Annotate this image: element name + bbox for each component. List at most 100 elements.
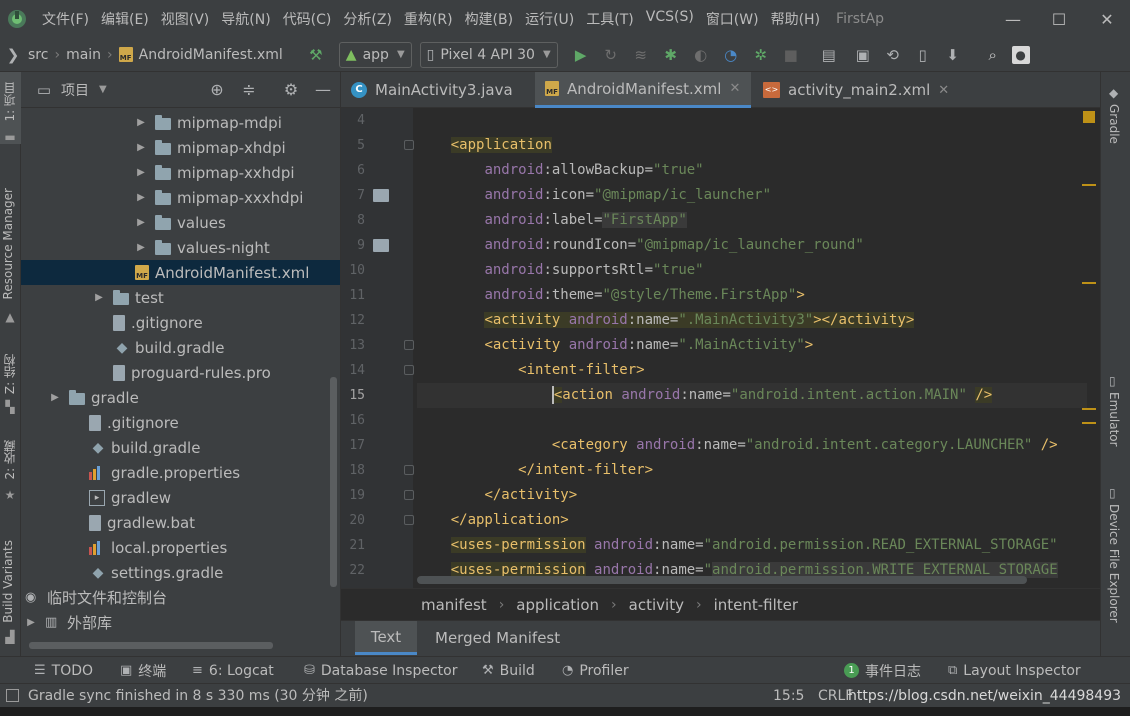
- build-button[interactable]: ⚒ Build: [482, 657, 535, 684]
- tree-item[interactable]: ▶ gradle: [21, 385, 340, 410]
- tree-item[interactable]: ▶ values: [21, 210, 340, 235]
- project-horizontal-scrollbar[interactable]: [29, 642, 273, 649]
- tree-item[interactable]: MF AndroidManifest.xml: [21, 260, 340, 285]
- stripe-build-variants[interactable]: Build Variants: [1, 540, 15, 623]
- tab-mainactivity3[interactable]: C MainActivity3.java: [341, 72, 533, 108]
- fold-marker-icon[interactable]: [404, 340, 414, 350]
- tree-item[interactable]: ◉ 临时文件和控制台: [21, 585, 340, 610]
- tree-item[interactable]: local.properties: [21, 535, 340, 560]
- stripe-emulator[interactable]: Emulator: [1107, 392, 1121, 447]
- tree-item[interactable]: ▶ mipmap-xhdpi: [21, 135, 340, 160]
- tree-item[interactable]: ◆ build.gradle: [21, 335, 340, 360]
- attach-process-icon[interactable]: ✲: [750, 44, 772, 66]
- database-inspector-button[interactable]: ⛁ Database Inspector: [304, 657, 457, 684]
- tree-item[interactable]: ▶ mipmap-mdpi: [21, 110, 340, 135]
- warning-stripe-mark[interactable]: [1082, 408, 1096, 410]
- expand-arrow-icon[interactable]: ▶: [135, 242, 147, 254]
- stripe-gradle[interactable]: Gradle: [1107, 104, 1121, 144]
- code-line[interactable]: android:theme="@style/Theme.FirstApp">: [417, 283, 1087, 308]
- device-manager-icon[interactable]: ▯: [912, 44, 934, 66]
- code-line[interactable]: android:roundIcon="@mipmap/ic_launcher_r…: [417, 233, 1087, 258]
- stripe-favorites[interactable]: 2: 收藏: [1, 440, 18, 480]
- expand-arrow-icon[interactable]: ▶: [135, 192, 147, 204]
- warning-stripe-mark[interactable]: [1082, 282, 1096, 284]
- menu-item[interactable]: 导航(N): [215, 9, 276, 29]
- gear-icon[interactable]: ⚙: [281, 80, 301, 100]
- device-select[interactable]: ▯ Pixel 4 API 30 ▼: [419, 41, 558, 68]
- attach-debugger-icon[interactable]: ◔: [720, 44, 742, 66]
- run-config-select[interactable]: ▲ app ▼: [338, 41, 412, 68]
- tree-item[interactable]: ◆ build.gradle: [21, 435, 340, 460]
- menu-item[interactable]: 编辑(E): [95, 9, 155, 29]
- code-line[interactable]: </intent-filter>: [417, 458, 1087, 483]
- tree-item[interactable]: .gitignore: [21, 410, 340, 435]
- layout-inspector-button[interactable]: ⧉ Layout Inspector: [948, 657, 1081, 684]
- stripe-device-file-explorer[interactable]: Device File Explorer: [1107, 504, 1121, 623]
- project-structure-icon[interactable]: ▤: [818, 44, 840, 66]
- stop-icon[interactable]: ■: [780, 44, 802, 66]
- tree-item[interactable]: ▶ mipmap-xxxhdpi: [21, 185, 340, 210]
- tree-item[interactable]: gradlew.bat: [21, 510, 340, 535]
- code-line[interactable]: <category android:name="android.intent.c…: [417, 433, 1087, 458]
- locate-icon[interactable]: ⊕: [207, 80, 227, 100]
- code-line[interactable]: android:icon="@mipmap/ic_launcher": [417, 183, 1087, 208]
- menu-item[interactable]: 构建(B): [459, 9, 520, 29]
- warning-stripe-mark[interactable]: [1082, 184, 1096, 186]
- stripe-structure[interactable]: Z: 结构: [1, 354, 18, 394]
- fold-marker-icon[interactable]: [404, 365, 414, 375]
- stripe-resource-manager[interactable]: Resource Manager: [1, 188, 15, 299]
- logcat-button[interactable]: ≡ 6: Logcat: [192, 657, 274, 684]
- code-line[interactable]: </activity>: [417, 483, 1087, 508]
- status-message[interactable]: Gradle sync finished in 8 s 330 ms (30 分…: [28, 684, 368, 708]
- chevron-down-icon[interactable]: ▼: [99, 84, 107, 95]
- code-line[interactable]: <uses-permission android:name="android.p…: [417, 533, 1087, 558]
- maximize-icon[interactable]: ☐: [1036, 0, 1082, 38]
- breadcrumb-intent-filter[interactable]: intent-filter: [714, 596, 798, 614]
- code-line[interactable]: </application>: [417, 508, 1087, 533]
- tree-item[interactable]: ▶ values-night: [21, 235, 340, 260]
- warning-indicator-icon[interactable]: [1083, 111, 1095, 123]
- image-preview-icon[interactable]: [373, 189, 389, 202]
- menu-item[interactable]: 帮助(H): [765, 9, 826, 29]
- menu-item[interactable]: 运行(U): [519, 9, 580, 29]
- expand-arrow-icon[interactable]: ▶: [135, 117, 147, 129]
- code-line[interactable]: <intent-filter>: [417, 358, 1087, 383]
- tree-item[interactable]: ▶ test: [21, 285, 340, 310]
- expand-arrow-icon[interactable]: ▶: [135, 167, 147, 179]
- project-vertical-scrollbar[interactable]: [330, 377, 337, 587]
- close-icon[interactable]: ✕: [1084, 0, 1130, 38]
- stripe-project[interactable]: 1: 项目: [1, 82, 18, 122]
- collapse-all-icon[interactable]: ≑: [239, 80, 259, 100]
- close-icon[interactable]: ✕: [729, 81, 740, 96]
- menu-item[interactable]: 分析(Z): [337, 9, 398, 29]
- expand-arrow-icon[interactable]: ▶: [25, 617, 37, 629]
- code-line[interactable]: <activity android:name=".MainActivity3">…: [417, 308, 1087, 333]
- tree-item[interactable]: proguard-rules.pro: [21, 360, 340, 385]
- todo-button[interactable]: ☰ TODO: [34, 657, 93, 684]
- code-line[interactable]: android:label="FirstApp": [417, 208, 1087, 233]
- tab-merged-manifest[interactable]: Merged Manifest: [421, 621, 574, 655]
- breadcrumb-manifest[interactable]: manifest: [421, 596, 487, 614]
- expand-arrow-icon[interactable]: ▶: [135, 217, 147, 229]
- terminal-button[interactable]: ▣ 终端: [120, 657, 166, 684]
- editor-horizontal-scrollbar[interactable]: [417, 576, 1027, 584]
- hide-icon[interactable]: —: [313, 80, 333, 100]
- tree-item[interactable]: ▸ gradlew: [21, 485, 340, 510]
- image-preview-icon[interactable]: [373, 239, 389, 252]
- breadcrumb-application[interactable]: application: [516, 596, 599, 614]
- tree-item[interactable]: ▶ ▥ 外部库: [21, 610, 340, 635]
- code-line[interactable]: [417, 408, 1087, 433]
- code-editor[interactable]: 4 5 6 7 8 9 10 11 12 13 14 15 16 17 18 19 20 21 22 <applic…: [341, 108, 1100, 588]
- close-icon[interactable]: ✕: [938, 83, 949, 98]
- expand-arrow-icon[interactable]: ▶: [135, 142, 147, 154]
- tab-androidmanifest[interactable]: MF AndroidManifest.xml ✕: [535, 72, 751, 108]
- tab-text[interactable]: Text: [355, 621, 417, 655]
- menu-item[interactable]: 工具(T): [580, 9, 639, 29]
- menu-item[interactable]: 重构(R): [398, 9, 459, 29]
- code-line[interactable]: android:allowBackup="true": [417, 158, 1087, 183]
- tree-item[interactable]: ◆ settings.gradle: [21, 560, 340, 585]
- code-line[interactable]: android:supportsRtl="true": [417, 258, 1087, 283]
- menu-item[interactable]: 视图(V): [155, 9, 216, 29]
- sdk-manager-icon[interactable]: ⬇: [942, 44, 964, 66]
- code-line[interactable]: <application: [417, 133, 1087, 158]
